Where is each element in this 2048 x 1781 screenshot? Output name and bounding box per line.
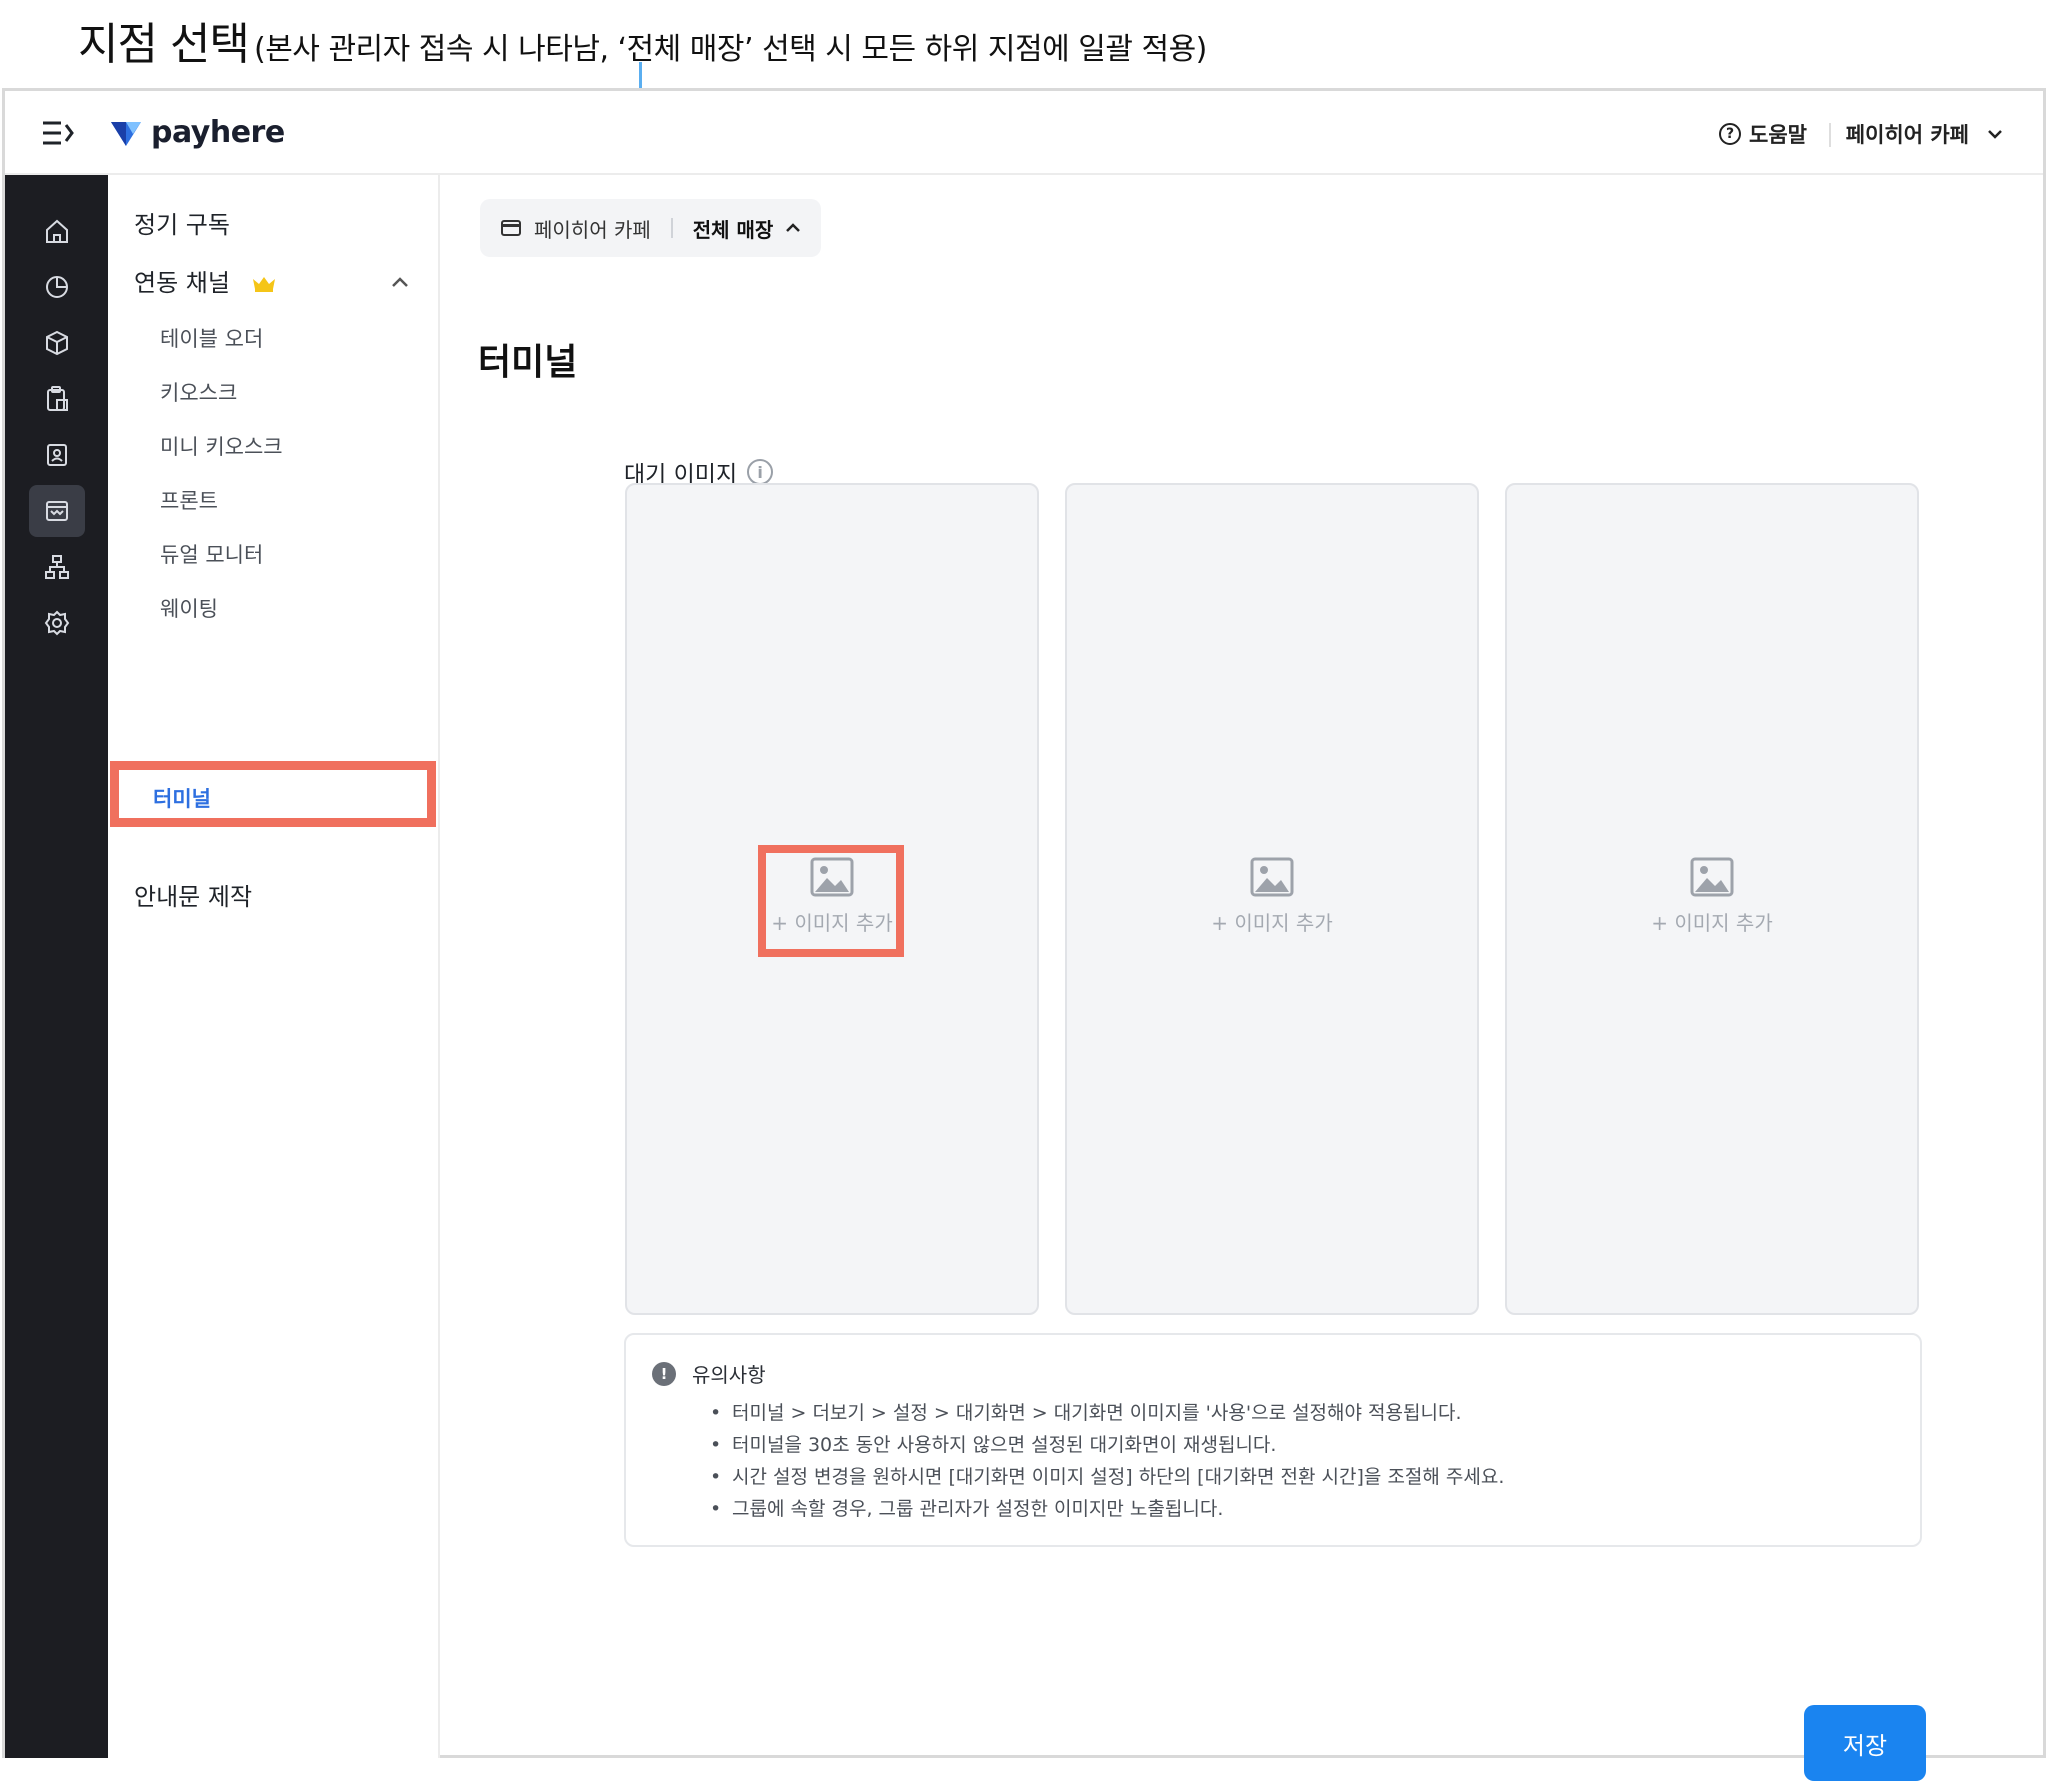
submenu-linked-channels[interactable]: 연동 채널	[134, 263, 276, 298]
payhere-logo[interactable]: payhere	[111, 115, 285, 150]
rail-store[interactable]	[29, 485, 85, 537]
linked-channels-label: 연동 채널	[134, 269, 230, 297]
notice-item: 터미널 > 더보기 > 설정 > 대기화면 > 대기화면 이미지를 '사용'으로…	[710, 1397, 1504, 1429]
notice-item: 시간 설정 변경을 원하시면 [대기화면 이미지 설정] 하단의 [대기화면 전…	[710, 1461, 1504, 1493]
submenu-item-front[interactable]: 프론트	[160, 485, 218, 515]
submenu-subscription[interactable]: 정기 구독	[134, 205, 230, 240]
account-label: 페이히어 카페	[1845, 123, 1969, 147]
submenu-item-waiting[interactable]: 웨이팅	[160, 593, 218, 623]
top-bar: payhere ? 도움말 페이히어 카페	[5, 91, 2043, 175]
contact-icon	[47, 444, 67, 466]
add-image-label: + 이미지 추가	[1651, 911, 1773, 935]
rail-products[interactable]	[29, 317, 85, 369]
image-slot-1[interactable]: + 이미지 추가	[625, 483, 1039, 1315]
app-window: payhere ? 도움말 페이히어 카페 정기 구독 연동 채널 테이블 오더…	[2, 88, 2046, 1781]
add-image-label: + 이미지 추가	[1211, 911, 1333, 935]
question-icon: ?	[1719, 123, 1742, 145]
rail-home[interactable]	[29, 205, 85, 257]
topbar-divider	[1829, 123, 1831, 147]
save-button[interactable]: 저장	[1804, 1705, 1926, 1781]
notice-list: 터미널 > 더보기 > 설정 > 대기화면 > 대기화면 이미지를 '사용'으로…	[710, 1397, 1504, 1525]
store-scope: 전체 매장	[692, 217, 774, 242]
notice-item: 터미널을 30초 동안 사용하지 않으면 설정된 대기화면이 재생됩니다.	[710, 1429, 1504, 1461]
image-slot-2[interactable]: + 이미지 추가	[1065, 483, 1479, 1315]
rail-chart[interactable]	[29, 261, 85, 313]
crown-icon	[252, 277, 275, 292]
add-image-highlight	[758, 845, 904, 957]
submenu-item-mini-kiosk[interactable]: 미니 키오스크	[160, 431, 283, 461]
add-image-button[interactable]: + 이미지 추가	[1067, 857, 1477, 936]
store-selector-divider	[670, 218, 673, 238]
box-icon	[46, 330, 68, 356]
account-dropdown[interactable]: 페이히어 카페	[1846, 119, 2003, 149]
image-icon	[1250, 857, 1294, 897]
chart-icon	[46, 276, 68, 298]
rail-customers[interactable]	[29, 429, 85, 481]
home-icon	[46, 219, 68, 243]
main-content: 페이히어 카페 전체 매장 터미널 대기 이미지 i + 이미지 추가 + 이미…	[440, 175, 2043, 1781]
store-card-icon	[501, 220, 521, 236]
sitemap-icon	[45, 555, 69, 579]
add-image-button[interactable]: + 이미지 추가	[1507, 857, 1917, 936]
submenu-item-dual-monitor[interactable]: 듀얼 모니터	[160, 539, 263, 569]
store-name: 페이히어 카페	[534, 217, 651, 242]
annotation-title: 지점 선택	[78, 19, 250, 70]
terminal-item-label: 터미널	[153, 787, 211, 811]
rail-organization[interactable]	[29, 541, 85, 593]
notice-box: ! 유의사항 터미널 > 더보기 > 설정 > 대기화면 > 대기화면 이미지를…	[624, 1333, 1922, 1547]
exclamation-icon: !	[652, 1361, 676, 1386]
submenu-notice-maker[interactable]: 안내문 제작	[134, 877, 252, 912]
rail-settings[interactable]	[29, 597, 85, 649]
help-button[interactable]: ? 도움말	[1719, 119, 1807, 149]
chevron-up-icon	[786, 223, 801, 232]
notice-title: 유의사항	[692, 1363, 766, 1387]
store-selector[interactable]: 페이히어 카페 전체 매장	[480, 199, 822, 257]
chevron-down-icon	[1988, 130, 2002, 139]
menu-toggle-icon[interactable]	[41, 119, 75, 147]
info-icon[interactable]: i	[747, 459, 774, 485]
left-rail	[5, 175, 108, 1758]
gear-icon	[44, 610, 70, 636]
submenu-item-kiosk[interactable]: 키오스크	[160, 377, 237, 407]
clipboard-icon	[47, 386, 68, 411]
notice-header: ! 유의사항	[652, 1359, 766, 1388]
image-icon	[1690, 857, 1734, 897]
submenu-item-table-order[interactable]: 테이블 오더	[160, 323, 263, 353]
image-slot-3[interactable]: + 이미지 추가	[1505, 483, 1919, 1315]
submenu-item-terminal[interactable]: 터미널	[110, 761, 436, 827]
annotation-note: (본사 관리자 접속 시 나타남, ‘전체 매장’ 선택 시 모든 하위 지점에…	[254, 32, 1207, 67]
submenu-panel: 정기 구독 연동 채널 테이블 오더 키오스크 미니 키오스크 프론트 듀얼 모…	[108, 175, 440, 1758]
help-label: 도움말	[1749, 123, 1807, 147]
annotation-heading: 지점 선택 (본사 관리자 접속 시 나타남, ‘전체 매장’ 선택 시 모든 …	[78, 8, 1207, 70]
chevron-up-icon[interactable]	[390, 275, 410, 289]
page-title: 터미널	[478, 342, 578, 383]
rail-orders[interactable]	[29, 373, 85, 425]
notice-item: 그룹에 속할 경우, 그룹 관리자가 설정한 이미지만 노출됩니다.	[710, 1493, 1504, 1525]
store-icon	[46, 501, 68, 521]
logo-text: payhere	[151, 115, 285, 150]
logo-mark-icon	[111, 121, 141, 146]
